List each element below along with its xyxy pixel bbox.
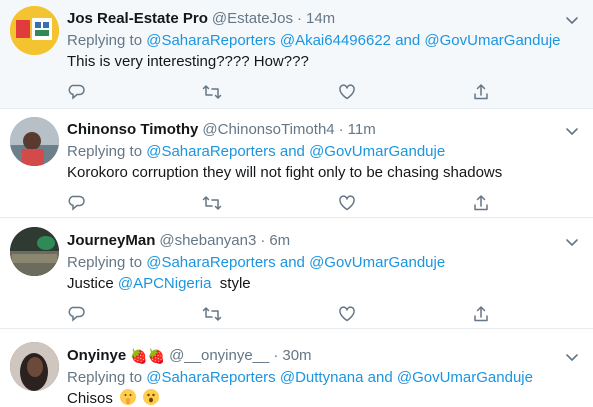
like-icon xyxy=(339,195,355,211)
display-name[interactable]: Onyinye xyxy=(67,346,126,366)
timestamp[interactable]: 14m xyxy=(306,9,335,29)
share-button[interactable] xyxy=(471,193,491,213)
replying-to-label: Replying to xyxy=(67,32,143,49)
mention-link[interactable]: @APCNigeria xyxy=(118,275,212,292)
tweet-text-prefix: Justice xyxy=(67,275,114,292)
retweet-icon xyxy=(202,196,222,210)
replying-to-line: Replying to @SaharaReporters @Duttynana … xyxy=(67,368,583,388)
mention-conjunction[interactable]: and xyxy=(280,254,305,271)
retweet-button[interactable] xyxy=(202,82,222,102)
avatar-image xyxy=(10,342,59,391)
share-icon xyxy=(474,195,488,211)
replying-to-label: Replying to xyxy=(67,254,143,271)
tweet-text: This is very interesting???? How??? xyxy=(67,53,309,70)
tweet-text: Korokoro corruption they will not fight … xyxy=(67,164,503,181)
share-icon xyxy=(474,84,488,100)
user-handle[interactable]: @shebanyan3 xyxy=(159,231,256,251)
mention-conjunction[interactable]: and xyxy=(280,143,305,160)
reply-button[interactable] xyxy=(67,82,87,102)
separator-dot: · xyxy=(338,121,344,138)
reply-button[interactable] xyxy=(67,193,87,213)
share-icon xyxy=(474,306,488,322)
user-handle[interactable]: @ChinonsoTimoth4 xyxy=(202,120,334,140)
caret-down-icon[interactable] xyxy=(563,348,581,366)
tweet-text: Justice @APCNigeria style xyxy=(67,274,583,294)
display-name[interactable]: Chinonso Timothy xyxy=(67,120,198,140)
mention-link[interactable]: @GovUmarGanduje xyxy=(309,143,445,160)
tweet-header: Chinonso Timothy @ChinonsoTimoth4 · 11m xyxy=(67,120,583,140)
like-icon xyxy=(339,84,355,100)
tweet-header: Onyinye 🍓🍓 @__onyinye__ · 30m xyxy=(67,346,583,366)
timestamp[interactable]: 6m xyxy=(269,231,290,251)
astonished-face-emoji xyxy=(143,389,160,405)
mention-link[interactable]: @GovUmarGanduje xyxy=(397,369,533,386)
timestamp[interactable]: 11m xyxy=(348,120,376,140)
replying-to-label: Replying to xyxy=(67,143,143,160)
tweet-header: Jos Real-Estate Pro @EstateJos · 14m xyxy=(67,9,583,29)
tweet[interactable]: Chinonso Timothy @ChinonsoTimoth4 · 11m … xyxy=(0,109,593,218)
retweet-button[interactable] xyxy=(202,193,222,213)
strawberry-emoji: 🍓🍓 xyxy=(130,348,166,364)
display-name[interactable]: JourneyMan xyxy=(67,231,155,251)
avatar-image xyxy=(10,117,59,166)
retweet-button[interactable] xyxy=(202,304,222,324)
user-handle[interactable]: @EstateJos xyxy=(212,9,293,29)
mention-link[interactable]: @Akai64496622 xyxy=(280,32,391,49)
separator-dot: · xyxy=(260,232,266,249)
separator-dot: · xyxy=(296,10,302,27)
tweet[interactable]: JourneyMan @shebanyan3 · 6m Replying to … xyxy=(0,218,593,329)
mention-link[interactable]: @SaharaReporters xyxy=(146,369,275,386)
tweet-actions xyxy=(67,193,488,215)
avatar-image xyxy=(10,6,59,55)
separator-dot: · xyxy=(273,347,279,364)
tweet-text: Chisos xyxy=(67,389,583,407)
timestamp[interactable]: 30m xyxy=(282,346,311,366)
tweet-header: JourneyMan @shebanyan3 · 6m xyxy=(67,231,583,251)
tweet[interactable]: Jos Real-Estate Pro @EstateJos · 14m Rep… xyxy=(0,0,593,109)
mention-link[interactable]: @GovUmarGanduje xyxy=(309,254,445,271)
mention-link[interactable]: @SaharaReporters xyxy=(146,143,275,160)
caret-down-icon[interactable] xyxy=(563,233,581,251)
like-button[interactable] xyxy=(337,82,357,102)
share-button[interactable] xyxy=(471,304,491,324)
avatar[interactable] xyxy=(10,342,59,391)
tweet[interactable]: Onyinye 🍓🍓 @__onyinye__ · 30m Replying t… xyxy=(0,329,593,407)
replying-to-line: Replying to @SaharaReporters @Akai644966… xyxy=(67,31,583,51)
reply-icon xyxy=(68,306,85,322)
shushing-face-emoji xyxy=(120,389,137,405)
replying-to-line: Replying to @SaharaReporters and @GovUma… xyxy=(67,142,583,162)
reply-button[interactable] xyxy=(67,304,87,324)
caret-down-icon[interactable] xyxy=(563,122,581,140)
reply-icon xyxy=(68,195,85,211)
tweet-actions xyxy=(67,304,488,326)
display-name[interactable]: Jos Real-Estate Pro xyxy=(67,9,208,29)
avatar-image xyxy=(10,227,59,276)
mention-link[interactable]: @GovUmarGanduje xyxy=(424,32,560,49)
reply-icon xyxy=(68,84,85,100)
avatar[interactable] xyxy=(10,6,59,55)
mention-link[interactable]: @SaharaReporters xyxy=(146,32,275,49)
retweet-icon xyxy=(202,85,222,99)
mention-link[interactable]: @SaharaReporters xyxy=(146,254,275,271)
tweet-actions xyxy=(67,82,488,104)
mention-conjunction[interactable]: and xyxy=(395,32,420,49)
avatar[interactable] xyxy=(10,117,59,166)
mention-conjunction[interactable]: and xyxy=(368,369,393,386)
replying-to-label: Replying to xyxy=(67,369,143,386)
like-button[interactable] xyxy=(337,193,357,213)
avatar[interactable] xyxy=(10,227,59,276)
share-button[interactable] xyxy=(471,82,491,102)
mention-link[interactable]: @Duttynana xyxy=(280,369,364,386)
tweet-text-main: Chisos xyxy=(67,390,113,407)
user-handle[interactable]: @__onyinye__ xyxy=(169,346,269,366)
replying-to-line: Replying to @SaharaReporters and @GovUma… xyxy=(67,253,583,273)
caret-down-icon[interactable] xyxy=(563,11,581,29)
like-icon xyxy=(339,306,355,322)
like-button[interactable] xyxy=(337,304,357,324)
tweet-text-suffix: style xyxy=(219,275,251,292)
retweet-icon xyxy=(202,307,222,321)
